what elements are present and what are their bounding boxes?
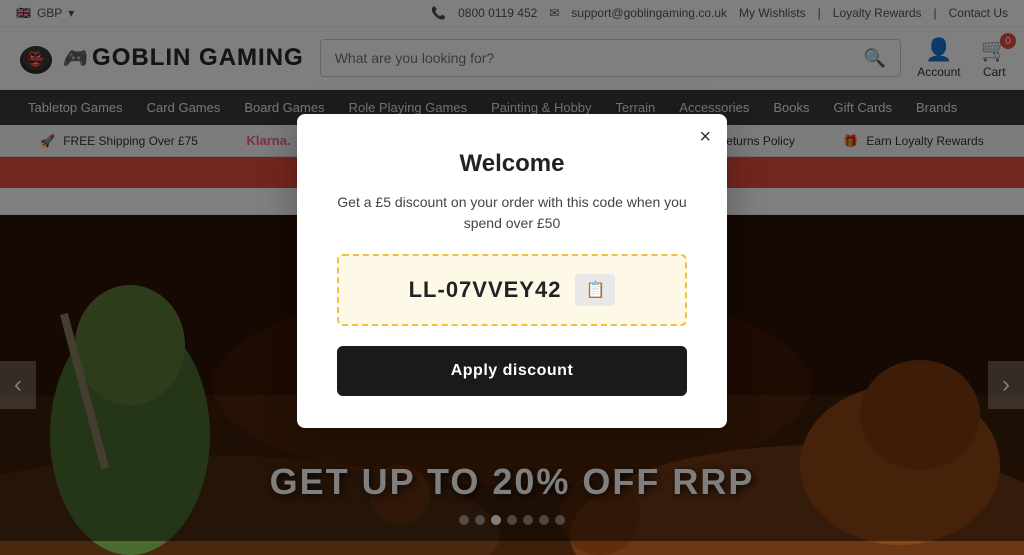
copy-code-button[interactable]: 📋 xyxy=(575,274,615,306)
discount-code-box: LL-07VVEY42 📋 xyxy=(337,254,687,326)
modal-description: Get a £5 discount on your order with thi… xyxy=(337,192,687,234)
apply-discount-button[interactable]: Apply discount xyxy=(337,346,687,396)
discount-code: LL-07VVEY42 xyxy=(409,277,562,303)
copy-icon: 📋 xyxy=(585,282,605,299)
modal-title: Welcome xyxy=(337,150,687,178)
modal-close-button[interactable]: × xyxy=(699,126,711,149)
close-icon: × xyxy=(699,126,711,148)
welcome-modal: × Welcome Get a £5 discount on your orde… xyxy=(297,114,727,428)
modal-overlay[interactable]: × Welcome Get a £5 discount on your orde… xyxy=(0,0,1024,541)
apply-discount-label: Apply discount xyxy=(451,362,574,379)
